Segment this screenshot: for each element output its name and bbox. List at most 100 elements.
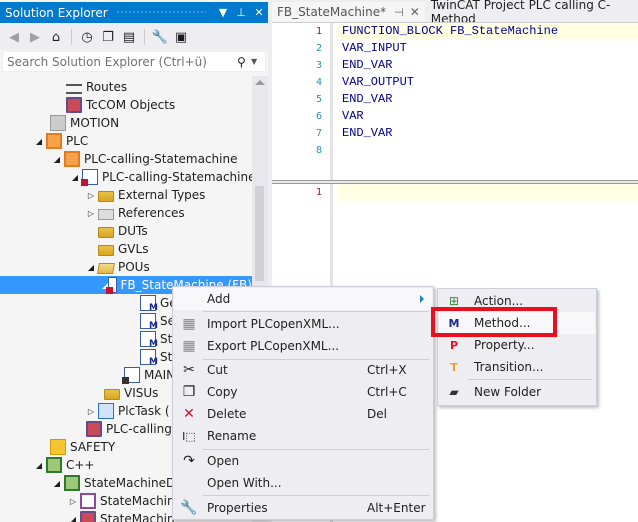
menu-item-add[interactable]: Add: [174, 288, 432, 310]
chevron-down-icon[interactable]: ▼: [251, 57, 265, 66]
tccom-icon: [80, 511, 96, 522]
collapsed-arrow-icon[interactable]: ▷: [84, 209, 98, 218]
tree-item-tccom-objects[interactable]: TcCOM Objects: [66, 96, 175, 114]
tree-item-external-types[interactable]: ▷ External Types: [84, 186, 205, 204]
collapse-all-icon[interactable]: ❐: [100, 29, 116, 45]
pin-icon[interactable]: ⊥: [232, 6, 250, 19]
window-position-dropdown-icon[interactable]: ▼: [214, 6, 232, 19]
toolbar-separator: [144, 29, 145, 45]
method-icon: [140, 349, 158, 367]
code-line[interactable]: VAR: [342, 108, 364, 125]
tree-item-method[interactable]: St: [140, 348, 172, 367]
code-line[interactable]: FUNCTION_BLOCK FB_StateMachine: [342, 23, 558, 40]
close-tab-icon[interactable]: ✕: [410, 5, 420, 19]
tree-item-pous[interactable]: ◢ POUs: [84, 258, 150, 276]
forward-icon[interactable]: ▶: [27, 29, 43, 45]
properties-icon[interactable]: 🔧: [152, 29, 168, 45]
tccom-icon: [66, 97, 82, 113]
scrollbar-thumb[interactable]: [255, 186, 264, 281]
tab-fb-statemachine[interactable]: FB_StateMachine* ⊣ ✕: [272, 2, 425, 22]
menu-item-import-plcopenxml[interactable]: ▦ Import PLCopenXML...: [174, 313, 432, 335]
cut-icon: ✂: [183, 362, 195, 378]
tree-item-main[interactable]: MAIN: [122, 366, 175, 384]
tree-item-references[interactable]: ▷ References: [84, 204, 185, 222]
code-line[interactable]: END_VAR: [342, 91, 392, 108]
tree-item-plc-instance[interactable]: PLC-calling-: [86, 420, 176, 438]
tree-item-method[interactable]: St: [140, 330, 172, 349]
code-line[interactable]: END_VAR: [342, 57, 392, 74]
expanded-arrow-icon[interactable]: ◢: [84, 263, 98, 272]
tree-item-visus[interactable]: VISUs: [104, 384, 158, 402]
tree-item-safety[interactable]: SAFETY: [50, 438, 115, 456]
tree-item-cpp-module[interactable]: ▷ StateMachin: [66, 492, 175, 510]
collapsed-arrow-icon[interactable]: ▷: [84, 191, 98, 200]
expanded-arrow-icon[interactable]: ◢: [32, 137, 46, 146]
delete-icon: ✕: [183, 406, 195, 422]
collapsed-arrow-icon[interactable]: ▷: [84, 407, 98, 416]
scroll-up-arrow-icon[interactable]: [255, 80, 265, 85]
expanded-arrow-icon[interactable]: ◢: [50, 155, 64, 164]
properties-icon: 🔧: [180, 500, 198, 516]
property-icon: P: [449, 338, 459, 352]
back-icon[interactable]: ◀: [6, 29, 22, 45]
tree-item-plctask[interactable]: ▷ PlcTask (: [84, 402, 170, 420]
preview-icon[interactable]: ▣: [173, 29, 189, 45]
menu-item-delete[interactable]: ✕ Delete Del: [174, 403, 432, 425]
search-input[interactable]: Search Solution Explorer (Ctrl+ü) ⚲ ▼: [2, 51, 266, 72]
current-line-highlight: [338, 184, 638, 201]
menu-item-property[interactable]: P Property...: [439, 334, 595, 356]
tree-item-method[interactable]: Se: [140, 312, 175, 331]
close-icon[interactable]: ✕: [250, 6, 268, 19]
cpp-icon: [46, 457, 62, 473]
rename-icon: I⬚: [182, 429, 196, 443]
code-line[interactable]: VAR_OUTPUT: [342, 74, 414, 91]
tree-item-motion[interactable]: MOTION: [50, 114, 119, 132]
method-icon: [140, 295, 158, 313]
declaration-editor[interactable]: 1 2 3 4 5 6 7 8 FUNCTION_BLOCK FB_StateM…: [272, 22, 638, 180]
tree-item-plc-nested-project[interactable]: ◢PLC-calling-Statemachine Project: [68, 168, 252, 186]
menu-item-open-with[interactable]: Open With...: [174, 472, 432, 494]
folder-icon: [98, 227, 114, 238]
tree-item-cpp[interactable]: ◢ C++: [32, 456, 95, 474]
tab-twincat-project[interactable]: TwinCAT Project PLC calling C-Method: [425, 0, 638, 26]
menu-item-new-folder[interactable]: ▰ New Folder: [439, 381, 595, 403]
expanded-arrow-icon[interactable]: ◢: [68, 173, 82, 182]
annotation-highlight-box: [431, 307, 557, 337]
show-all-files-icon[interactable]: ▤: [121, 29, 137, 45]
pending-changes-icon[interactable]: ◷: [79, 29, 95, 45]
gutter-separator: [330, 23, 333, 180]
editor-tabs: FB_StateMachine* ⊣ ✕ TwinCAT Project PLC…: [272, 0, 638, 26]
plc-project-icon: [64, 151, 80, 167]
tree-item-gvls[interactable]: GVLs: [98, 240, 148, 258]
export-icon: ▦: [182, 338, 196, 354]
menu-item-transition[interactable]: T Transition...: [439, 356, 595, 378]
tree-item-plc-project[interactable]: ◢ PLC-calling-Statemachine: [50, 150, 237, 168]
collapsed-arrow-icon[interactable]: ▷: [66, 497, 80, 506]
tree-item-duts[interactable]: DUTs: [98, 222, 148, 240]
expanded-arrow-icon[interactable]: ◢: [50, 479, 64, 488]
code-line[interactable]: VAR_INPUT: [342, 40, 407, 57]
search-icon[interactable]: ⚲: [237, 55, 251, 69]
menu-item-open[interactable]: ↷ Open: [174, 450, 432, 472]
expanded-arrow-icon[interactable]: ◢: [66, 515, 80, 522]
menu-item-cut[interactable]: ✂ Cut Ctrl+X: [174, 359, 432, 381]
code-line[interactable]: END_VAR: [342, 125, 392, 142]
menu-item-rename[interactable]: I⬚ Rename: [174, 425, 432, 447]
tree-item-cpp-project[interactable]: ◢ StateMachineDr: [50, 474, 180, 492]
home-icon[interactable]: ⌂: [48, 29, 64, 45]
pin-icon[interactable]: ⊣: [394, 6, 404, 19]
program-icon: [122, 367, 140, 384]
references-icon: [98, 209, 114, 220]
tree-item-cpp-instance[interactable]: ◢ StateMachin: [66, 510, 175, 522]
folder-icon: [104, 389, 120, 400]
new-folder-icon: ▰: [449, 385, 459, 399]
drag-grip[interactable]: [115, 10, 206, 15]
menu-item-export-plcopenxml[interactable]: ▦ Export PLCopenXML...: [174, 335, 432, 357]
tree-item-plc[interactable]: ◢ PLC: [32, 132, 88, 150]
menu-item-copy[interactable]: ❐ Copy Ctrl+C: [174, 381, 432, 403]
folder-icon: [98, 191, 114, 202]
tree-item-routes[interactable]: Routes: [66, 78, 127, 96]
menu-item-properties[interactable]: 🔧 Properties Alt+Enter: [174, 497, 432, 519]
import-icon: ▦: [182, 316, 196, 332]
expanded-arrow-icon[interactable]: ◢: [32, 461, 46, 470]
